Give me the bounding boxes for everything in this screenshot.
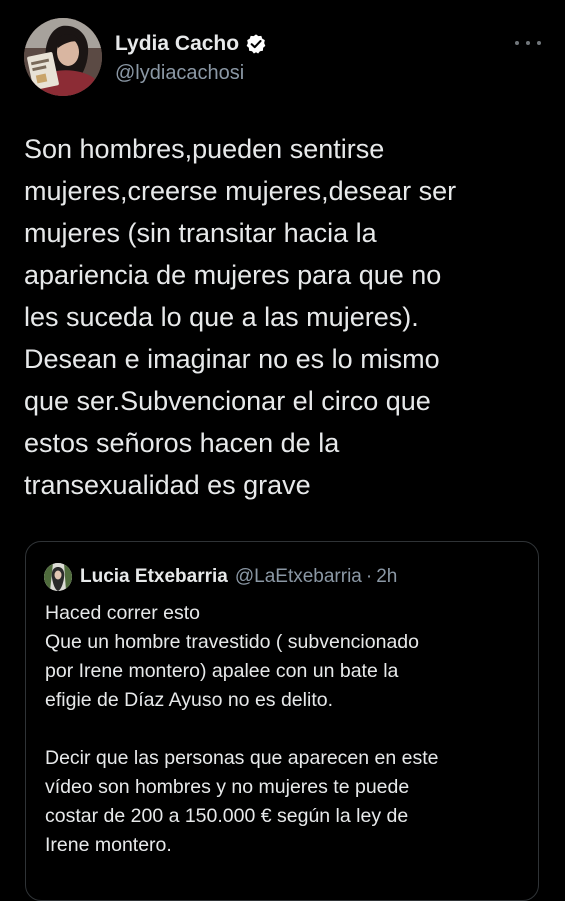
tweet: Lydia Cacho @lydiacachosi Son hombres,pu… bbox=[0, 0, 565, 901]
more-dot bbox=[537, 41, 541, 45]
quoted-separator: · bbox=[365, 566, 373, 587]
tweet-author: Lydia Cacho @lydiacachosi bbox=[115, 30, 495, 86]
quoted-tweet-text: Haced correr esto Que un hombre travesti… bbox=[45, 602, 439, 856]
quoted-timestamp[interactable]: 2h bbox=[376, 566, 397, 588]
quoted-tweet-header: Lucia Etxebarria @LaEtxebarria · 2h bbox=[44, 562, 397, 592]
quoted-author-name[interactable]: Lucia Etxebarria bbox=[80, 566, 228, 588]
quoted-author-avatar bbox=[44, 563, 72, 591]
verified-badge-icon bbox=[245, 33, 267, 55]
author-avatar[interactable] bbox=[24, 18, 102, 96]
quoted-author-avatar-image bbox=[44, 563, 72, 591]
more-dot bbox=[526, 41, 530, 45]
more-options-icon[interactable] bbox=[515, 36, 541, 50]
tweet-text: Son hombres,pueden sentirse mujeres,cree… bbox=[24, 134, 457, 500]
more-dot bbox=[515, 41, 519, 45]
author-avatar-image bbox=[24, 18, 102, 96]
author-name-row: Lydia Cacho bbox=[115, 30, 495, 58]
quoted-tweet[interactable]: Lucia Etxebarria @LaEtxebarria · 2h Hace… bbox=[25, 541, 539, 901]
author-handle[interactable]: @lydiacachosi bbox=[115, 60, 495, 86]
quoted-author-handle[interactable]: @LaEtxebarria bbox=[235, 566, 362, 588]
author-name[interactable]: Lydia Cacho bbox=[115, 32, 239, 56]
